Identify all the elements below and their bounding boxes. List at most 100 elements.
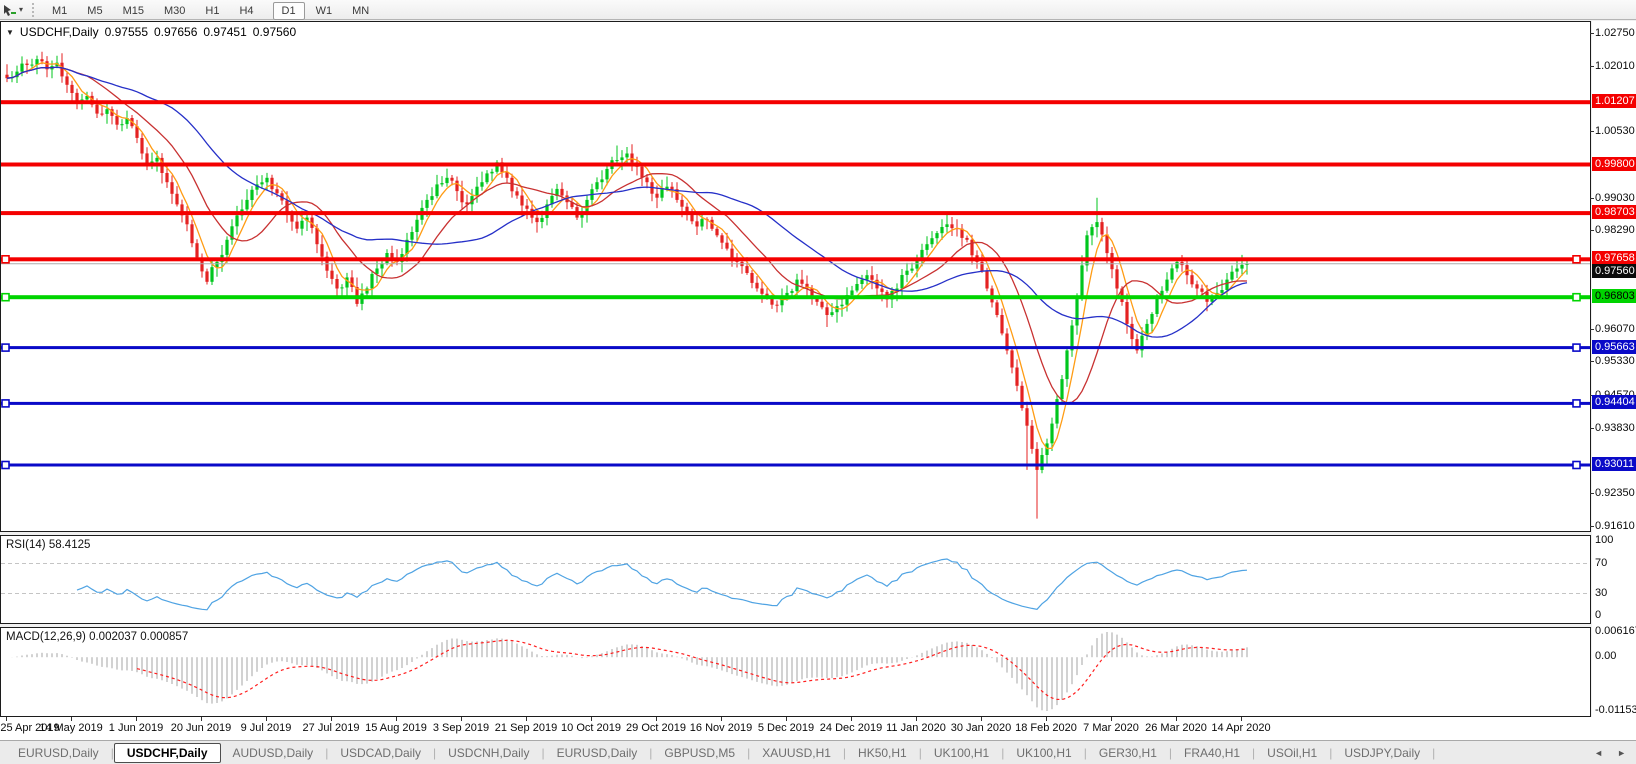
time-axis-label: 14 May 2019 — [39, 722, 103, 734]
axis-tick-mark — [1590, 329, 1594, 330]
price-axis-tick: 0.95330 — [1595, 355, 1635, 367]
crosshair-tool-icon[interactable] — [2, 3, 18, 17]
time-tick-mark — [1046, 717, 1047, 721]
axis-tick-mark — [1590, 428, 1594, 429]
price-axis-tick: 1.00530 — [1595, 125, 1635, 137]
timeframe-toolbar: ▾ M1 M5 M15 M30 H1 H4 D1 W1 MN — [0, 0, 1636, 20]
chart-tab-eurusd-daily[interactable]: EURUSD,Daily — [6, 744, 111, 762]
chart-tab-hk50-h1[interactable]: HK50,H1 — [846, 744, 919, 762]
chart-title: ▼ USDCHF,Daily 0.97555 0.97656 0.97451 0… — [6, 25, 296, 39]
axis-tick-mark — [1590, 66, 1594, 67]
time-axis-label: 30 Jan 2020 — [950, 722, 1012, 734]
time-axis-label: 1 Jun 2019 — [108, 722, 164, 734]
axis-tick-mark — [1590, 526, 1594, 527]
chart-tab-gbpusd-m5[interactable]: GBPUSD,M5 — [652, 744, 747, 762]
time-tick-mark — [1176, 717, 1177, 721]
time-tick-mark — [1111, 717, 1112, 721]
timeframe-button-w1[interactable]: W1 — [307, 2, 342, 20]
rsi-indicator-panel[interactable]: RSI(14) 58.4125 — [0, 535, 1591, 624]
price-axis-tick: 0.93830 — [1595, 422, 1635, 434]
tab-scroll-left-icon[interactable]: ◄ — [1594, 748, 1603, 758]
chart-tab-usdchf-daily[interactable]: USDCHF,Daily — [113, 742, 221, 763]
rsi-scale-label: 0 — [1595, 609, 1602, 621]
timeframe-button-m5[interactable]: M5 — [78, 2, 111, 20]
price-axis-tick: 1.02750 — [1595, 27, 1635, 39]
price-axis-tick: 0.91610 — [1595, 520, 1635, 532]
chart-tab-uk100-h1[interactable]: UK100,H1 — [922, 744, 1001, 762]
price-axis[interactable]: 1.02750 1.02010 1.00530 0.99030 0.98290 … — [1590, 21, 1636, 740]
chart-tab-usdcnh-daily[interactable]: USDCNH,Daily — [436, 744, 541, 762]
axis-tick-mark — [1590, 230, 1594, 231]
time-tick-mark — [6, 717, 7, 721]
macd-scale-label: 0.00 — [1595, 650, 1617, 662]
chart-tab-fra40-h1[interactable]: FRA40,H1 — [1172, 744, 1252, 762]
hline-price-label[interactable]: 0.98703 — [1592, 205, 1636, 219]
ohlc-high: 0.97656 — [154, 25, 198, 39]
time-tick-mark — [136, 717, 137, 721]
chart-tab-audusd-daily[interactable]: AUDUSD,Daily — [221, 744, 326, 762]
hline-price-label[interactable]: 0.95663 — [1592, 340, 1636, 354]
timeframe-button-m30[interactable]: M30 — [155, 2, 194, 20]
time-axis[interactable]: 25 Apr 2019 14 May 2019 1 Jun 2019 20 Ju… — [0, 717, 1592, 740]
macd-scale-label: -0.011533 — [1595, 704, 1636, 716]
macd-label: MACD(12,26,9) 0.002037 0.000857 — [6, 631, 189, 643]
toolbar-grip[interactable] — [32, 2, 37, 17]
time-tick-mark — [71, 717, 72, 721]
hline-price-label[interactable]: 0.97658 — [1592, 251, 1636, 265]
chart-tab-usdcad-daily[interactable]: USDCAD,Daily — [328, 744, 433, 762]
chart-tab-eurusd-daily[interactable]: EURUSD,Daily — [545, 744, 650, 762]
hline-price-label[interactable]: 1.01207 — [1592, 94, 1636, 108]
rsi-canvas[interactable] — [1, 536, 1590, 623]
chart-tab-usoil-h1[interactable]: USOil,H1 — [1255, 744, 1329, 762]
timeframe-button-h4[interactable]: H4 — [230, 2, 262, 20]
time-axis-label: 18 Feb 2020 — [1015, 722, 1077, 734]
collapse-arrow-icon[interactable]: ▼ — [6, 28, 14, 37]
chart-tab-ger30-h1[interactable]: GER30,H1 — [1087, 744, 1169, 762]
time-tick-mark — [981, 717, 982, 721]
time-tick-mark — [396, 717, 397, 721]
main-chart-canvas[interactable] — [1, 22, 1590, 531]
timeframe-button-m1[interactable]: M1 — [43, 2, 76, 20]
chart-tab-xauusd-h1[interactable]: XAUUSD,H1 — [750, 744, 843, 762]
macd-indicator-panel[interactable]: MACD(12,26,9) 0.002037 0.000857 — [0, 627, 1591, 717]
time-axis-label: 14 Apr 2020 — [1211, 722, 1271, 734]
time-axis-label: 3 Sep 2019 — [432, 722, 490, 734]
time-tick-mark — [461, 717, 462, 721]
rsi-line-layer — [1, 558, 1590, 611]
time-tick-mark — [786, 717, 787, 721]
chart-tab-usdjpy-daily[interactable]: USDJPY,Daily — [1332, 744, 1432, 762]
chart-tab-uk100-h1[interactable]: UK100,H1 — [1004, 744, 1083, 762]
price-axis-tick: 0.99030 — [1595, 192, 1635, 204]
time-tick-mark — [1241, 717, 1242, 721]
time-axis-label: 20 Jun 2019 — [170, 722, 232, 734]
tabs-holder: EURUSD,Daily | USDCHF,Daily AUDUSD,Daily | US… — [6, 742, 1435, 763]
time-axis-label: 7 Mar 2020 — [1083, 722, 1139, 734]
rsi-scale-label: 70 — [1595, 557, 1608, 569]
time-axis-label: 24 Dec 2019 — [819, 722, 883, 734]
time-axis-label: 21 Sep 2019 — [494, 722, 558, 734]
macd-scale-label: 0.006167 — [1595, 625, 1636, 637]
timeframe-button-m15[interactable]: M15 — [114, 2, 153, 20]
axis-tick-mark — [1590, 361, 1594, 362]
time-axis-label: 10 Oct 2019 — [561, 722, 621, 734]
axis-tick-mark — [1590, 198, 1594, 199]
timeframe-button-mn[interactable]: MN — [343, 2, 378, 20]
macd-histogram-layer — [11, 632, 1248, 711]
time-axis-label: 16 Nov 2019 — [689, 722, 753, 734]
tab-scroll-controls: ◄ ► — [1594, 748, 1626, 758]
price-axis-tick: 1.02010 — [1595, 60, 1635, 72]
current-price-label: 0.97560 — [1592, 264, 1636, 278]
hline-price-label[interactable]: 0.93011 — [1592, 457, 1636, 471]
hline-price-label[interactable]: 0.96803 — [1592, 289, 1636, 303]
tab-scroll-right-icon[interactable]: ► — [1617, 748, 1626, 758]
ohlc-open: 0.97555 — [104, 25, 148, 39]
hline-price-label[interactable]: 0.94404 — [1592, 395, 1636, 409]
timeframe-button-d1[interactable]: D1 — [272, 1, 305, 20]
timeframe-button-h1[interactable]: H1 — [196, 2, 228, 20]
macd-canvas[interactable] — [1, 628, 1590, 716]
chevron-down-icon[interactable]: ▾ — [19, 5, 23, 14]
main-chart-panel[interactable]: ▼ USDCHF,Daily 0.97555 0.97656 0.97451 0… — [0, 21, 1591, 532]
time-tick-mark — [201, 717, 202, 721]
hline-price-label[interactable]: 0.99800 — [1592, 157, 1636, 171]
time-tick-mark — [851, 717, 852, 721]
